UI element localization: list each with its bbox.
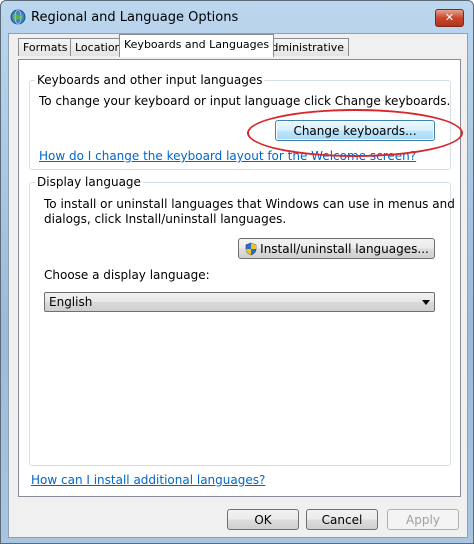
ok-button[interactable]: OK bbox=[227, 509, 299, 530]
tab-panel: Keyboards and other input languages To c… bbox=[18, 59, 461, 497]
apply-button[interactable]: Apply bbox=[387, 509, 459, 530]
selected-language: English bbox=[49, 295, 93, 309]
tab-label: Administrative bbox=[264, 41, 345, 54]
change-keyboards-button[interactable]: Change keyboards... bbox=[275, 120, 435, 141]
tab-formats[interactable]: Formats bbox=[18, 38, 73, 56]
install-button-label: Install/uninstall languages... bbox=[260, 242, 429, 256]
tab-label: Formats bbox=[23, 41, 68, 54]
keyboards-group-label: Keyboards and other input languages bbox=[35, 73, 265, 87]
display-language-select[interactable]: English bbox=[44, 292, 435, 312]
display-language-group-label: Display language bbox=[35, 175, 143, 189]
close-icon: ✕ bbox=[444, 11, 455, 24]
display-description-line2: dialogs, click Install/uninstall languag… bbox=[44, 212, 287, 226]
title-bar[interactable]: Regional and Language Options ✕ bbox=[1, 1, 473, 33]
dialog-client: Formats Location Keyboards and Languages… bbox=[8, 33, 468, 538]
install-additional-languages-link[interactable]: How can I install additional languages? bbox=[31, 473, 265, 487]
close-button[interactable]: ✕ bbox=[435, 9, 464, 27]
tab-label: Keyboards and Languages bbox=[124, 38, 270, 51]
chevron-down-icon bbox=[422, 300, 430, 305]
window-title: Regional and Language Options bbox=[31, 10, 239, 25]
keyboards-description: To change your keyboard or input languag… bbox=[39, 94, 451, 108]
tab-keyboards-and-languages[interactable]: Keyboards and Languages bbox=[119, 34, 275, 57]
display-description-line1: To install or uninstall languages that W… bbox=[44, 197, 455, 211]
install-uninstall-languages-button[interactable]: Install/uninstall languages... bbox=[238, 238, 435, 259]
welcome-screen-help-link[interactable]: How do I change the keyboard layout for … bbox=[39, 149, 416, 163]
dialog-window: Regional and Language Options ✕ Formats … bbox=[0, 0, 474, 544]
cancel-button[interactable]: Cancel bbox=[306, 509, 378, 530]
globe-icon bbox=[10, 9, 26, 25]
choose-display-language-label: Choose a display language: bbox=[44, 268, 210, 282]
tab-label: Location bbox=[75, 41, 122, 54]
uac-shield-icon bbox=[245, 242, 257, 256]
